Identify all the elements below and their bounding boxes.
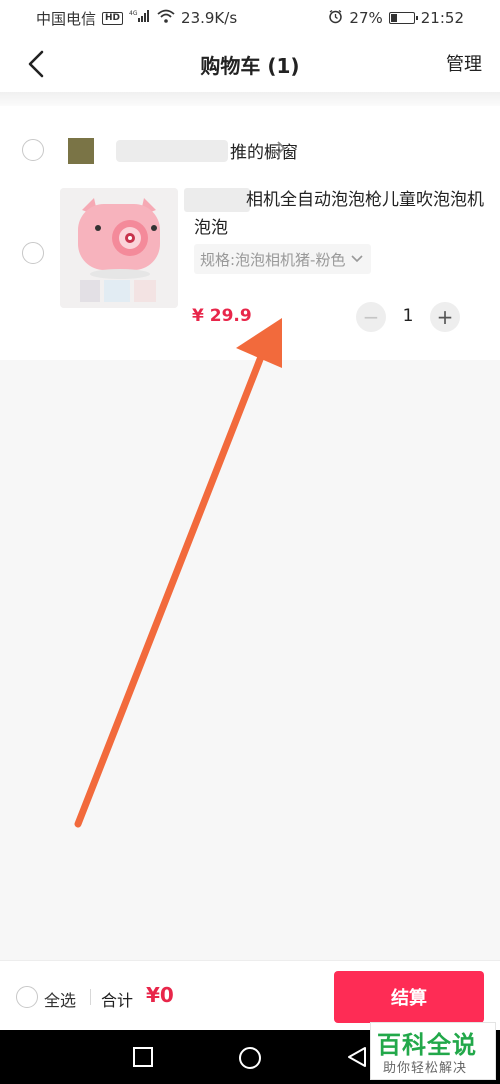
page-title: 购物车 (1)	[200, 53, 300, 78]
pig-bubble-camera-picture	[60, 188, 178, 308]
signal-icon: 4G	[129, 9, 151, 27]
divider	[90, 989, 91, 1005]
network-speed: 23.9K/s	[181, 9, 238, 27]
recent-apps-button[interactable]	[132, 1046, 154, 1072]
quantity-value[interactable]: 1	[398, 306, 418, 326]
nav-divider	[0, 92, 500, 106]
square-icon	[133, 1047, 153, 1067]
chevron-down-icon	[351, 255, 364, 263]
product-title[interactable]: 相机全自动泡泡枪儿童吹泡泡机泡泡	[194, 186, 484, 242]
checkout-bar: 全选 合计 ¥0 结算	[0, 960, 500, 1030]
product-title-text: 相机全自动泡泡枪儿童吹泡泡机泡泡	[194, 190, 484, 238]
status-left: 中国电信 HD 4G 23.9K/s	[36, 8, 237, 29]
carrier-name: 中国电信	[36, 9, 97, 28]
checkout-button[interactable]: 结算	[334, 971, 484, 1023]
quantity-increase-button[interactable]: +	[430, 302, 460, 332]
nav-bar: 购物车 (1) 管理	[0, 36, 500, 92]
shop-select-radio[interactable]	[22, 139, 44, 161]
total-value: ¥0	[146, 983, 174, 1007]
circle-icon	[239, 1047, 261, 1069]
battery-icon	[388, 12, 418, 24]
select-all-radio[interactable]	[16, 986, 38, 1008]
watermark-title: 百科全说	[377, 1031, 477, 1059]
shop-header[interactable]: 推的橱窗	[0, 134, 500, 166]
shop-avatar	[68, 138, 94, 164]
cart-item: 相机全自动泡泡枪儿童吹泡泡机泡泡 规格:泡泡相机猪-粉色 ¥ 29.9 − 1 …	[0, 186, 500, 336]
cart-shop-card: 推的橱窗 相机全自动泡泡枪儿童吹泡泡机泡泡 规格:泡泡相机猪-粉色 ¥ 29.9…	[0, 106, 500, 360]
quantity-decrease-button[interactable]: −	[356, 302, 386, 332]
spec-selector[interactable]: 规格:泡泡相机猪-粉色	[194, 244, 372, 274]
watermark-logo: 百科全说 助你轻松解决	[370, 1022, 496, 1080]
total-label: 合计	[101, 991, 134, 1010]
item-select-radio[interactable]	[22, 242, 44, 264]
clock-time: 21:52	[420, 9, 464, 27]
home-button[interactable]	[238, 1046, 262, 1074]
network-type-text: 4G	[129, 10, 138, 17]
triangle-back-icon	[348, 1047, 366, 1067]
back-button[interactable]	[18, 46, 54, 82]
product-image[interactable]	[60, 188, 178, 308]
status-right: 27% 21:52	[328, 9, 464, 28]
system-back-button[interactable]	[346, 1046, 368, 1072]
wifi-icon	[157, 9, 175, 27]
manage-button[interactable]: 管理	[446, 50, 482, 76]
spec-text: 规格:泡泡相机猪-粉色	[200, 250, 346, 269]
status-bar: 中国电信 HD 4G 23.9K/s 27% 21:52	[0, 0, 500, 36]
shop-name[interactable]: 推的橱窗	[230, 138, 298, 163]
select-all-label[interactable]: 全选	[44, 987, 76, 1011]
shop-name-redacted	[116, 140, 228, 162]
alarm-icon	[328, 9, 343, 28]
hd-badge: HD	[102, 11, 124, 25]
watermark-subtitle: 助你轻松解决	[383, 1061, 468, 1076]
battery-percent: 27%	[349, 9, 383, 27]
chevron-right-icon[interactable]	[276, 140, 286, 161]
back-arrow-icon	[28, 50, 44, 78]
item-price: ¥ 29.9	[192, 306, 252, 326]
battery-fill	[390, 14, 397, 22]
